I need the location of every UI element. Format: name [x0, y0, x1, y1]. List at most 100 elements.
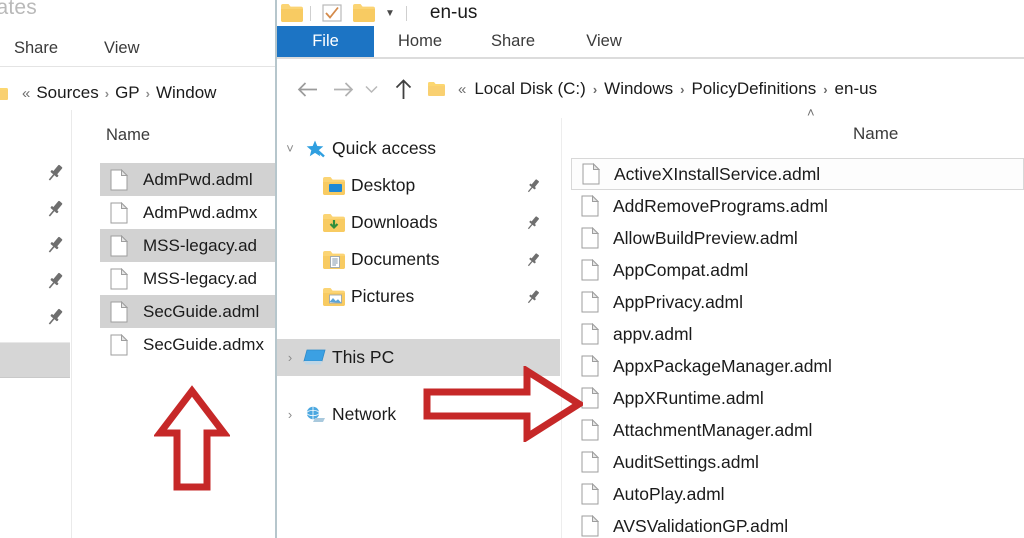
nav-pane-divider	[561, 118, 562, 538]
folder-icon	[0, 88, 8, 100]
forward-arrow-icon[interactable]	[328, 74, 358, 104]
table-row[interactable]: SecGuide.admx	[100, 328, 276, 361]
table-row[interactable]: AddRemovePrograms.adml	[571, 190, 1024, 222]
table-row[interactable]: AutoPlay.adml	[571, 478, 1024, 510]
left-breadcrumb-sources[interactable]: Sources	[36, 83, 98, 103]
chevron-right-icon[interactable]: ›	[277, 407, 303, 422]
file-name: MSS-legacy.ad	[143, 268, 258, 288]
table-row[interactable]: AllowBuildPreview.adml	[571, 222, 1024, 254]
chevron-down-icon[interactable]: ▼	[385, 8, 395, 19]
breadcrumb-en-us[interactable]: en-us	[835, 79, 878, 99]
file-name: AuditSettings.adml	[613, 451, 759, 472]
column-header-name[interactable]: Name	[853, 124, 898, 144]
right-explorer-window: ▼ en-us File Home Share View « Local Dis…	[277, 0, 1024, 538]
tab-file[interactable]: File	[277, 26, 374, 57]
up-arrow-icon[interactable]	[388, 74, 418, 104]
file-name: MSS-legacy.ad	[143, 235, 258, 255]
collapse-ribbon-chevron-icon[interactable]: ˄	[807, 105, 815, 120]
file-name: AVSValidationGP.adml	[613, 515, 789, 536]
table-row[interactable]: appv.adml	[571, 318, 1024, 350]
tab-share[interactable]: Share	[466, 26, 560, 57]
table-row[interactable]: AdmPwd.adml	[100, 163, 276, 196]
pin-icon[interactable]	[44, 270, 66, 292]
table-row[interactable]: AppPrivacy.adml	[571, 286, 1024, 318]
breadcrumb-local-disk[interactable]: Local Disk (C:)	[474, 79, 585, 99]
document-icon	[581, 291, 599, 313]
file-name: SecGuide.admx	[143, 334, 264, 354]
recent-locations-chevron-icon[interactable]	[360, 74, 382, 104]
sidebar-item-desktop[interactable]: Desktop	[277, 167, 560, 204]
sidebar-item-documents[interactable]: Documents	[277, 241, 560, 278]
table-row[interactable]: MSS-legacy.ad	[100, 229, 276, 262]
table-row[interactable]: ActiveXInstallService.adml	[571, 158, 1024, 190]
address-bar: « Local Disk (C:) › Windows › PolicyDefi…	[277, 70, 1024, 108]
left-breadcrumb-windows[interactable]: Window	[156, 83, 216, 103]
chevron-down-icon[interactable]: ˅	[277, 141, 303, 156]
sidebar-item-this-pc[interactable]: › This PC	[277, 339, 560, 376]
sidebar-item-label: Documents	[351, 249, 440, 269]
document-icon	[581, 195, 599, 217]
pin-icon[interactable]	[44, 162, 66, 184]
pictures-folder-icon	[322, 287, 346, 307]
sidebar-item-quick-access[interactable]: ˅ Quick access	[277, 130, 560, 167]
left-breadcrumb-separator: ›	[145, 85, 150, 101]
left-breadcrumb-overflow[interactable]: «	[22, 85, 30, 102]
folder-icon[interactable]	[281, 4, 303, 22]
table-row[interactable]: AVSValidationGP.adml	[571, 510, 1024, 538]
breadcrumb-overflow[interactable]: «	[458, 81, 466, 98]
new-folder-icon[interactable]	[353, 4, 375, 22]
document-icon	[110, 234, 128, 256]
file-name: AllowBuildPreview.adml	[613, 227, 798, 248]
table-row[interactable]: AttachmentManager.adml	[571, 414, 1024, 446]
file-list: ActiveXInstallService.adml AddRemoveProg…	[571, 158, 1024, 538]
left-breadcrumb-gp[interactable]: GP	[115, 83, 140, 103]
left-tab-share[interactable]: Share	[14, 39, 58, 58]
pin-icon[interactable]	[44, 198, 66, 220]
left-nav-selected-item[interactable]	[0, 342, 70, 378]
pin-icon[interactable]	[524, 177, 542, 195]
pin-icon[interactable]	[524, 214, 542, 232]
sidebar-item-pictures[interactable]: Pictures	[277, 278, 560, 315]
file-name: AddRemovePrograms.adml	[613, 195, 828, 216]
window-title: en-us	[429, 2, 478, 23]
left-tab-view[interactable]: View	[104, 39, 139, 58]
table-row[interactable]: AppXRuntime.adml	[571, 382, 1024, 414]
properties-checkbox-icon[interactable]	[322, 4, 342, 22]
file-name: AppPrivacy.adml	[613, 291, 744, 312]
chevron-right-icon[interactable]: ›	[277, 350, 303, 365]
pin-icon[interactable]	[524, 288, 542, 306]
pin-icon[interactable]	[44, 306, 66, 328]
left-ribbon-divider	[0, 66, 276, 67]
table-row[interactable]: AppCompat.adml	[571, 254, 1024, 286]
left-file-list: AdmPwd.adml AdmPwd.admx MSS-legacy.ad MS…	[100, 163, 276, 361]
file-name: AdmPwd.adml	[143, 169, 253, 189]
table-row[interactable]: AppxPackageManager.adml	[571, 350, 1024, 382]
sidebar-item-network[interactable]: › Network	[277, 396, 560, 433]
pin-icon[interactable]	[44, 234, 66, 256]
breadcrumb-policydefinitions[interactable]: PolicyDefinitions	[691, 79, 816, 99]
desktop-folder-icon	[322, 176, 346, 196]
left-explorer-window: mplates Share View « Sources › GP › Wind…	[0, 0, 276, 538]
left-column-header-name[interactable]: Name	[106, 126, 150, 145]
sidebar-item-downloads[interactable]: Downloads	[277, 204, 560, 241]
left-ribbon-tabs: Share View	[0, 31, 276, 65]
tab-home[interactable]: Home	[374, 26, 466, 57]
tab-view[interactable]: View	[560, 26, 648, 57]
table-row[interactable]: MSS-legacy.ad	[100, 262, 276, 295]
table-row[interactable]: AdmPwd.admx	[100, 196, 276, 229]
file-name: AdmPwd.admx	[143, 202, 258, 222]
this-pc-icon	[303, 348, 327, 368]
breadcrumb-windows[interactable]: Windows	[604, 79, 673, 99]
network-icon	[303, 405, 327, 425]
left-address-bar[interactable]: « Sources › GP › Window	[0, 75, 276, 111]
document-icon	[110, 267, 128, 289]
file-name: AppXRuntime.adml	[613, 387, 764, 408]
table-row[interactable]: SecGuide.adml	[100, 295, 276, 328]
file-name: SecGuide.adml	[143, 301, 260, 321]
pin-icon[interactable]	[524, 251, 542, 269]
file-name: AttachmentManager.adml	[613, 419, 813, 440]
back-arrow-icon[interactable]	[292, 74, 322, 104]
table-row[interactable]: AuditSettings.adml	[571, 446, 1024, 478]
documents-folder-icon	[322, 250, 346, 270]
file-name: appv.adml	[613, 323, 693, 344]
